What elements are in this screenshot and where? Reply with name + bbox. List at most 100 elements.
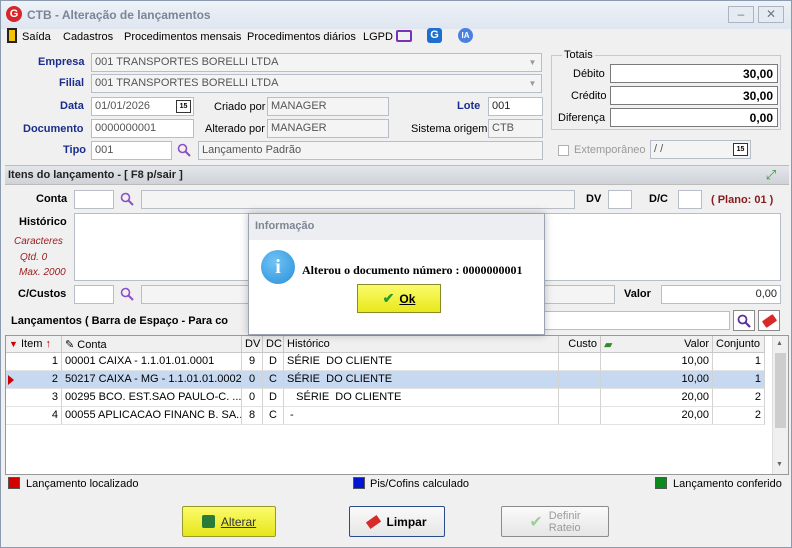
calendar-icon[interactable]: 15 — [733, 143, 748, 156]
definir-label: Definir — [548, 509, 581, 522]
search-icon — [737, 314, 751, 328]
col-header-custo[interactable]: Custo — [559, 336, 601, 353]
definir-rateio-button[interactable]: ✔ Definir Rateio — [501, 506, 609, 537]
cell-dc: D — [263, 389, 284, 407]
col-header-valor[interactable]: ▰ Valor — [601, 336, 713, 353]
cell-dv: 9 — [242, 353, 263, 371]
col-header-historico[interactable]: Histórico — [284, 336, 559, 353]
chevron-down-icon[interactable]: ▼ — [525, 76, 540, 91]
sistema-origem-label: Sistema origem — [411, 123, 488, 135]
cell-item: 1 — [6, 353, 62, 371]
calendar-icon[interactable]: 15 — [176, 100, 191, 113]
cell-conta: 50217 CAIXA - MG - 1.1.01.01.0002 — [62, 371, 242, 389]
menu-cadastros[interactable]: Cadastros — [63, 31, 113, 43]
menu-procedimentos-mensais[interactable]: Procedimentos mensais — [124, 31, 241, 43]
search-icon[interactable] — [120, 192, 134, 206]
monitor-icon[interactable] — [396, 30, 412, 42]
documento-input[interactable]: 0000000001 — [91, 119, 194, 138]
limpar-button[interactable]: Limpar — [349, 506, 445, 537]
ccustos-input[interactable] — [74, 285, 114, 304]
tipo-label: Tipo — [63, 144, 87, 156]
valor-input[interactable]: 0,00 — [661, 285, 781, 304]
exit-door-icon — [7, 28, 17, 43]
check-icon: ✔ — [529, 513, 543, 531]
dc-input[interactable] — [678, 190, 702, 209]
cell-dv: 0 — [242, 371, 263, 389]
col-item-label: Item — [20, 338, 43, 350]
search-icon[interactable] — [120, 287, 134, 301]
plano-label: ( Plano: 01 ) — [711, 194, 774, 206]
col-conta-label: Conta — [77, 339, 107, 351]
col-header-dc[interactable]: DC — [263, 336, 284, 353]
lancamentos-label: Lançamentos ( Barra de Espaço - Para co — [11, 315, 229, 327]
max-label: Max. 2000 — [19, 267, 66, 278]
filial-label: Filial — [59, 77, 85, 89]
search-icon[interactable] — [177, 143, 191, 157]
clear-search-button[interactable] — [758, 310, 780, 331]
col-valor-label: Valor — [684, 338, 709, 350]
scroll-up-icon[interactable]: ▲ — [776, 340, 783, 347]
lote-input[interactable]: 001 — [488, 97, 543, 116]
scroll-down-icon[interactable]: ▼ — [776, 461, 783, 468]
tipo-input[interactable]: 001 — [91, 141, 172, 160]
cell-historico: SÉRIE DO CLIENTE — [284, 353, 559, 371]
check-icon: ✔ — [382, 290, 395, 306]
cell-custo — [559, 389, 601, 407]
cell-item: 4 — [6, 407, 62, 425]
ccustos-label: C/Custos — [18, 288, 67, 300]
cell-historico: - — [284, 407, 559, 425]
expand-icon[interactable]: ⤢ — [763, 168, 779, 183]
tipo-descricao: Lançamento Padrão — [198, 141, 543, 160]
extemporaneo-label: Extemporâneo — [574, 144, 646, 156]
menu-saida[interactable]: Saída — [22, 31, 51, 43]
cell-dv: 0 — [242, 389, 263, 407]
vertical-scrollbar[interactable]: ▲ ▼ — [772, 336, 788, 474]
legend-conferido-swatch — [655, 477, 667, 489]
minimize-button[interactable]: – — [728, 6, 754, 23]
data-value: 01/01/2026 — [95, 100, 151, 112]
lancamentos-search-input[interactable] — [544, 311, 730, 330]
eraser-icon — [761, 313, 778, 329]
cell-historico: SÉRIE DO CLIENTE — [284, 389, 559, 407]
alterar-button[interactable]: Alterar — [182, 506, 276, 537]
menu-procedimentos-diarios[interactable]: Procedimentos diários — [247, 31, 356, 43]
lancamentos-grid: ▼ Item ↑ ✎ Conta DV DC Histórico Custo ▰… — [5, 335, 789, 475]
col-header-conta[interactable]: ✎ Conta — [62, 336, 242, 353]
ia-assistant-icon[interactable]: IA — [458, 28, 473, 43]
alterar-label: Alterar — [220, 514, 257, 529]
menu-lgpd[interactable]: LGPD — [363, 31, 393, 43]
col-header-dv[interactable]: DV — [242, 336, 263, 353]
table-row[interactable]: 4 00055 APLICACAO FINANC B. SA... 8 C - … — [6, 407, 772, 425]
table-row-selected[interactable]: 2 50217 CAIXA - MG - 1.1.01.01.0002 0 C … — [6, 371, 772, 389]
dv-input[interactable] — [608, 190, 632, 209]
empresa-label: Empresa — [38, 56, 85, 68]
empresa-select[interactable]: 001 TRANSPORTES BORELLI LTDA ▼ — [91, 53, 542, 72]
dv-label: DV — [586, 193, 602, 205]
close-button[interactable]: ✕ — [758, 6, 784, 23]
alterado-label: Alterado por — [205, 123, 265, 135]
col-header-conjunto[interactable]: Conjunto — [713, 336, 765, 353]
conta-input[interactable] — [74, 190, 114, 209]
ok-button[interactable]: ✔ Ok — [357, 284, 441, 313]
debito-value: 30,00 — [610, 64, 778, 83]
rateio-label: Rateio — [548, 521, 581, 534]
table-row[interactable]: 1 00001 CAIXA - 1.1.01.01.0001 9 D SÉRIE… — [6, 353, 772, 371]
scrollbar-thumb[interactable] — [775, 353, 786, 428]
documento-label: Documento — [23, 123, 84, 135]
legend-conferido: Lançamento conferido — [673, 478, 782, 490]
filial-value: 001 TRANSPORTES BORELLI LTDA — [95, 77, 279, 89]
chevron-down-icon[interactable]: ▼ — [525, 55, 540, 70]
filial-select[interactable]: 001 TRANSPORTES BORELLI LTDA ▼ — [91, 74, 542, 93]
table-row[interactable]: 3 00295 BCO. EST.SAO PAULO-C. ... 0 D SÉ… — [6, 389, 772, 407]
find-button[interactable] — [733, 310, 755, 331]
g-app-icon[interactable]: G — [427, 28, 442, 43]
empresa-value: 001 TRANSPORTES BORELLI LTDA — [95, 56, 279, 68]
sistema-origem-field: CTB — [488, 119, 543, 138]
extemporaneo-checkbox[interactable] — [558, 145, 569, 156]
dc-label: D/C — [649, 193, 668, 205]
dialog-message: Alterou o documento número : 0000000001 — [302, 263, 523, 277]
info-icon: i — [261, 250, 295, 284]
cell-valor: 20,00 — [601, 389, 713, 407]
col-header-item[interactable]: ▼ Item ↑ — [6, 336, 62, 353]
cell-dc: C — [263, 371, 284, 389]
